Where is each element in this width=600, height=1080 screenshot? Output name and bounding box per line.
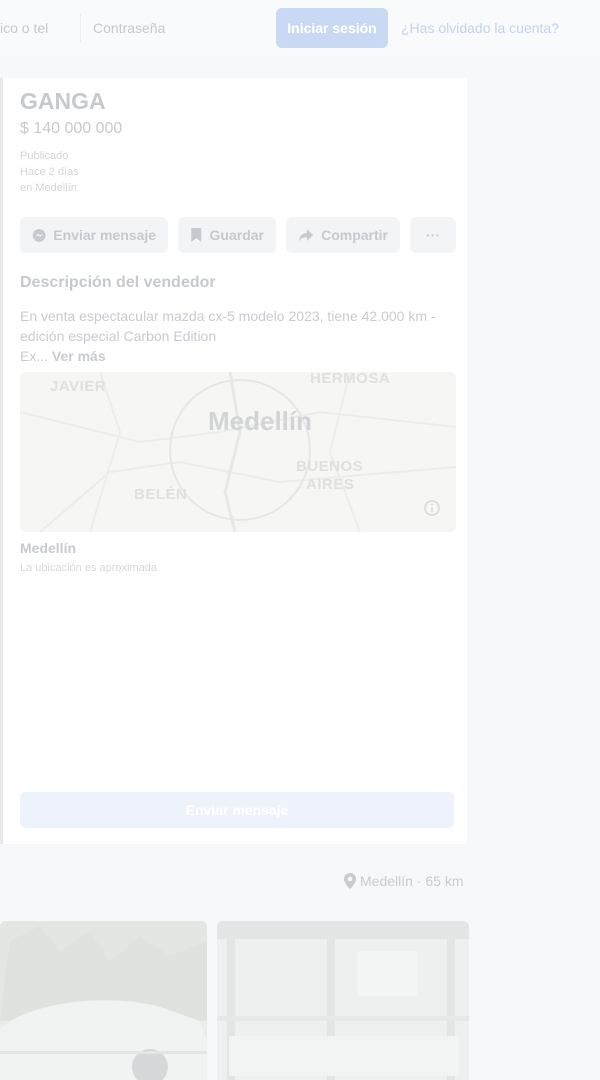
location-pin-icon xyxy=(344,873,356,889)
related-listing-photo[interactable] xyxy=(0,921,207,1080)
location-map[interactable]: JAVIER HERMOSA BUENOS AIRES BELÉN Medell… xyxy=(20,372,456,532)
description-tail: Ex... xyxy=(20,348,49,364)
location-note: La ubicación es aproximada xyxy=(20,562,157,574)
listing-panel: GANGA $ 140 000 000 Publicado Hace 2 día… xyxy=(3,78,467,844)
login-button[interactable]: Iniciar sesión xyxy=(276,8,388,48)
share-button[interactable]: Compartir xyxy=(286,217,400,253)
location-filter[interactable]: Medellín · 65 km xyxy=(344,873,463,889)
map-label-aires: AIRES xyxy=(306,476,355,493)
published-time: Hace 2 días xyxy=(20,166,79,178)
more-dots-icon: ··· xyxy=(426,227,440,243)
message-button[interactable]: Enviar mensaje xyxy=(20,217,168,253)
save-button-label: Guardar xyxy=(209,227,264,243)
location-name: Medellín xyxy=(20,540,77,556)
send-message-button[interactable]: Enviar mensaje xyxy=(20,792,454,828)
map-label-hermosa: HERMOSA xyxy=(310,372,391,387)
save-button[interactable]: Guardar xyxy=(178,217,276,253)
share-arrow-icon xyxy=(298,228,314,242)
password-field[interactable]: Contraseña xyxy=(93,8,165,48)
messenger-icon xyxy=(32,228,46,242)
see-more-link[interactable]: Ver más xyxy=(52,348,106,364)
location-filter-label: Medellín · 65 km xyxy=(360,873,464,889)
related-listing-photo[interactable] xyxy=(217,921,469,1080)
published-location: en Medellín xyxy=(20,182,77,194)
email-field[interactable]: ico o tel xyxy=(0,8,48,48)
car-photo xyxy=(0,921,207,1080)
share-button-label: Compartir xyxy=(321,227,388,243)
map-label-buenos: BUENOS xyxy=(296,458,364,475)
more-options-button[interactable]: ··· xyxy=(410,217,456,253)
description-body: En venta espectacular mazda cx-5 modelo … xyxy=(20,308,436,344)
map-label-belen: BELÉN xyxy=(134,486,188,503)
listing-price: $ 140 000 000 xyxy=(20,120,123,137)
description-heading: Descripción del vendedor xyxy=(20,274,216,291)
message-button-label: Enviar mensaje xyxy=(53,227,156,243)
action-bar: Enviar mensaje Guardar Compartir ··· xyxy=(20,217,460,253)
map-city-label: Medellín xyxy=(208,406,313,436)
info-icon[interactable] xyxy=(424,500,440,516)
map-label-javier: JAVIER xyxy=(50,378,107,395)
listing-title: GANGA xyxy=(20,88,106,114)
login-bar: ico o tel Contraseña Iniciar sesión ¿Has… xyxy=(0,0,600,56)
forgot-account-link[interactable]: ¿Has olvidado la cuenta? xyxy=(401,8,559,48)
field-divider xyxy=(80,14,81,42)
house-photo xyxy=(217,921,469,1080)
published-label: Publicado xyxy=(20,150,69,162)
bookmark-icon xyxy=(191,228,202,242)
map-background xyxy=(20,372,456,532)
description-text: En venta espectacular mazda cx-5 modelo … xyxy=(20,306,450,366)
